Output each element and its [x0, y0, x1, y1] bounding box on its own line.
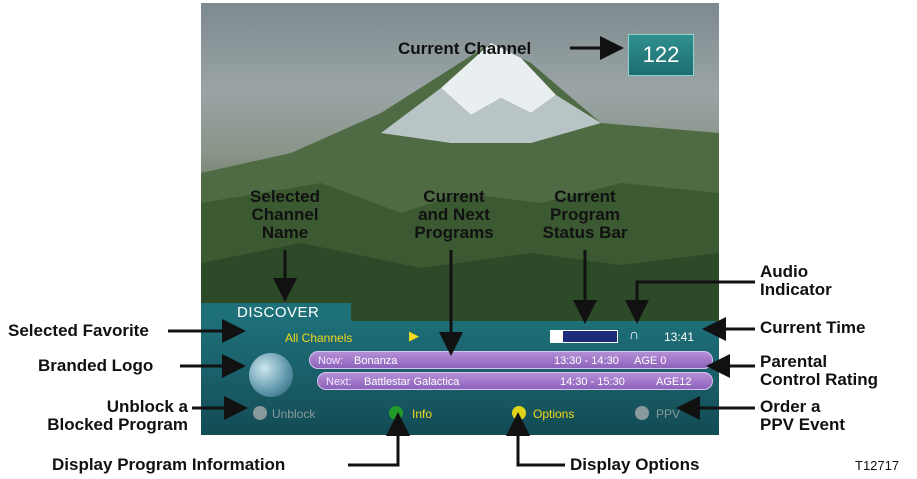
callout-arrows — [168, 36, 755, 467]
